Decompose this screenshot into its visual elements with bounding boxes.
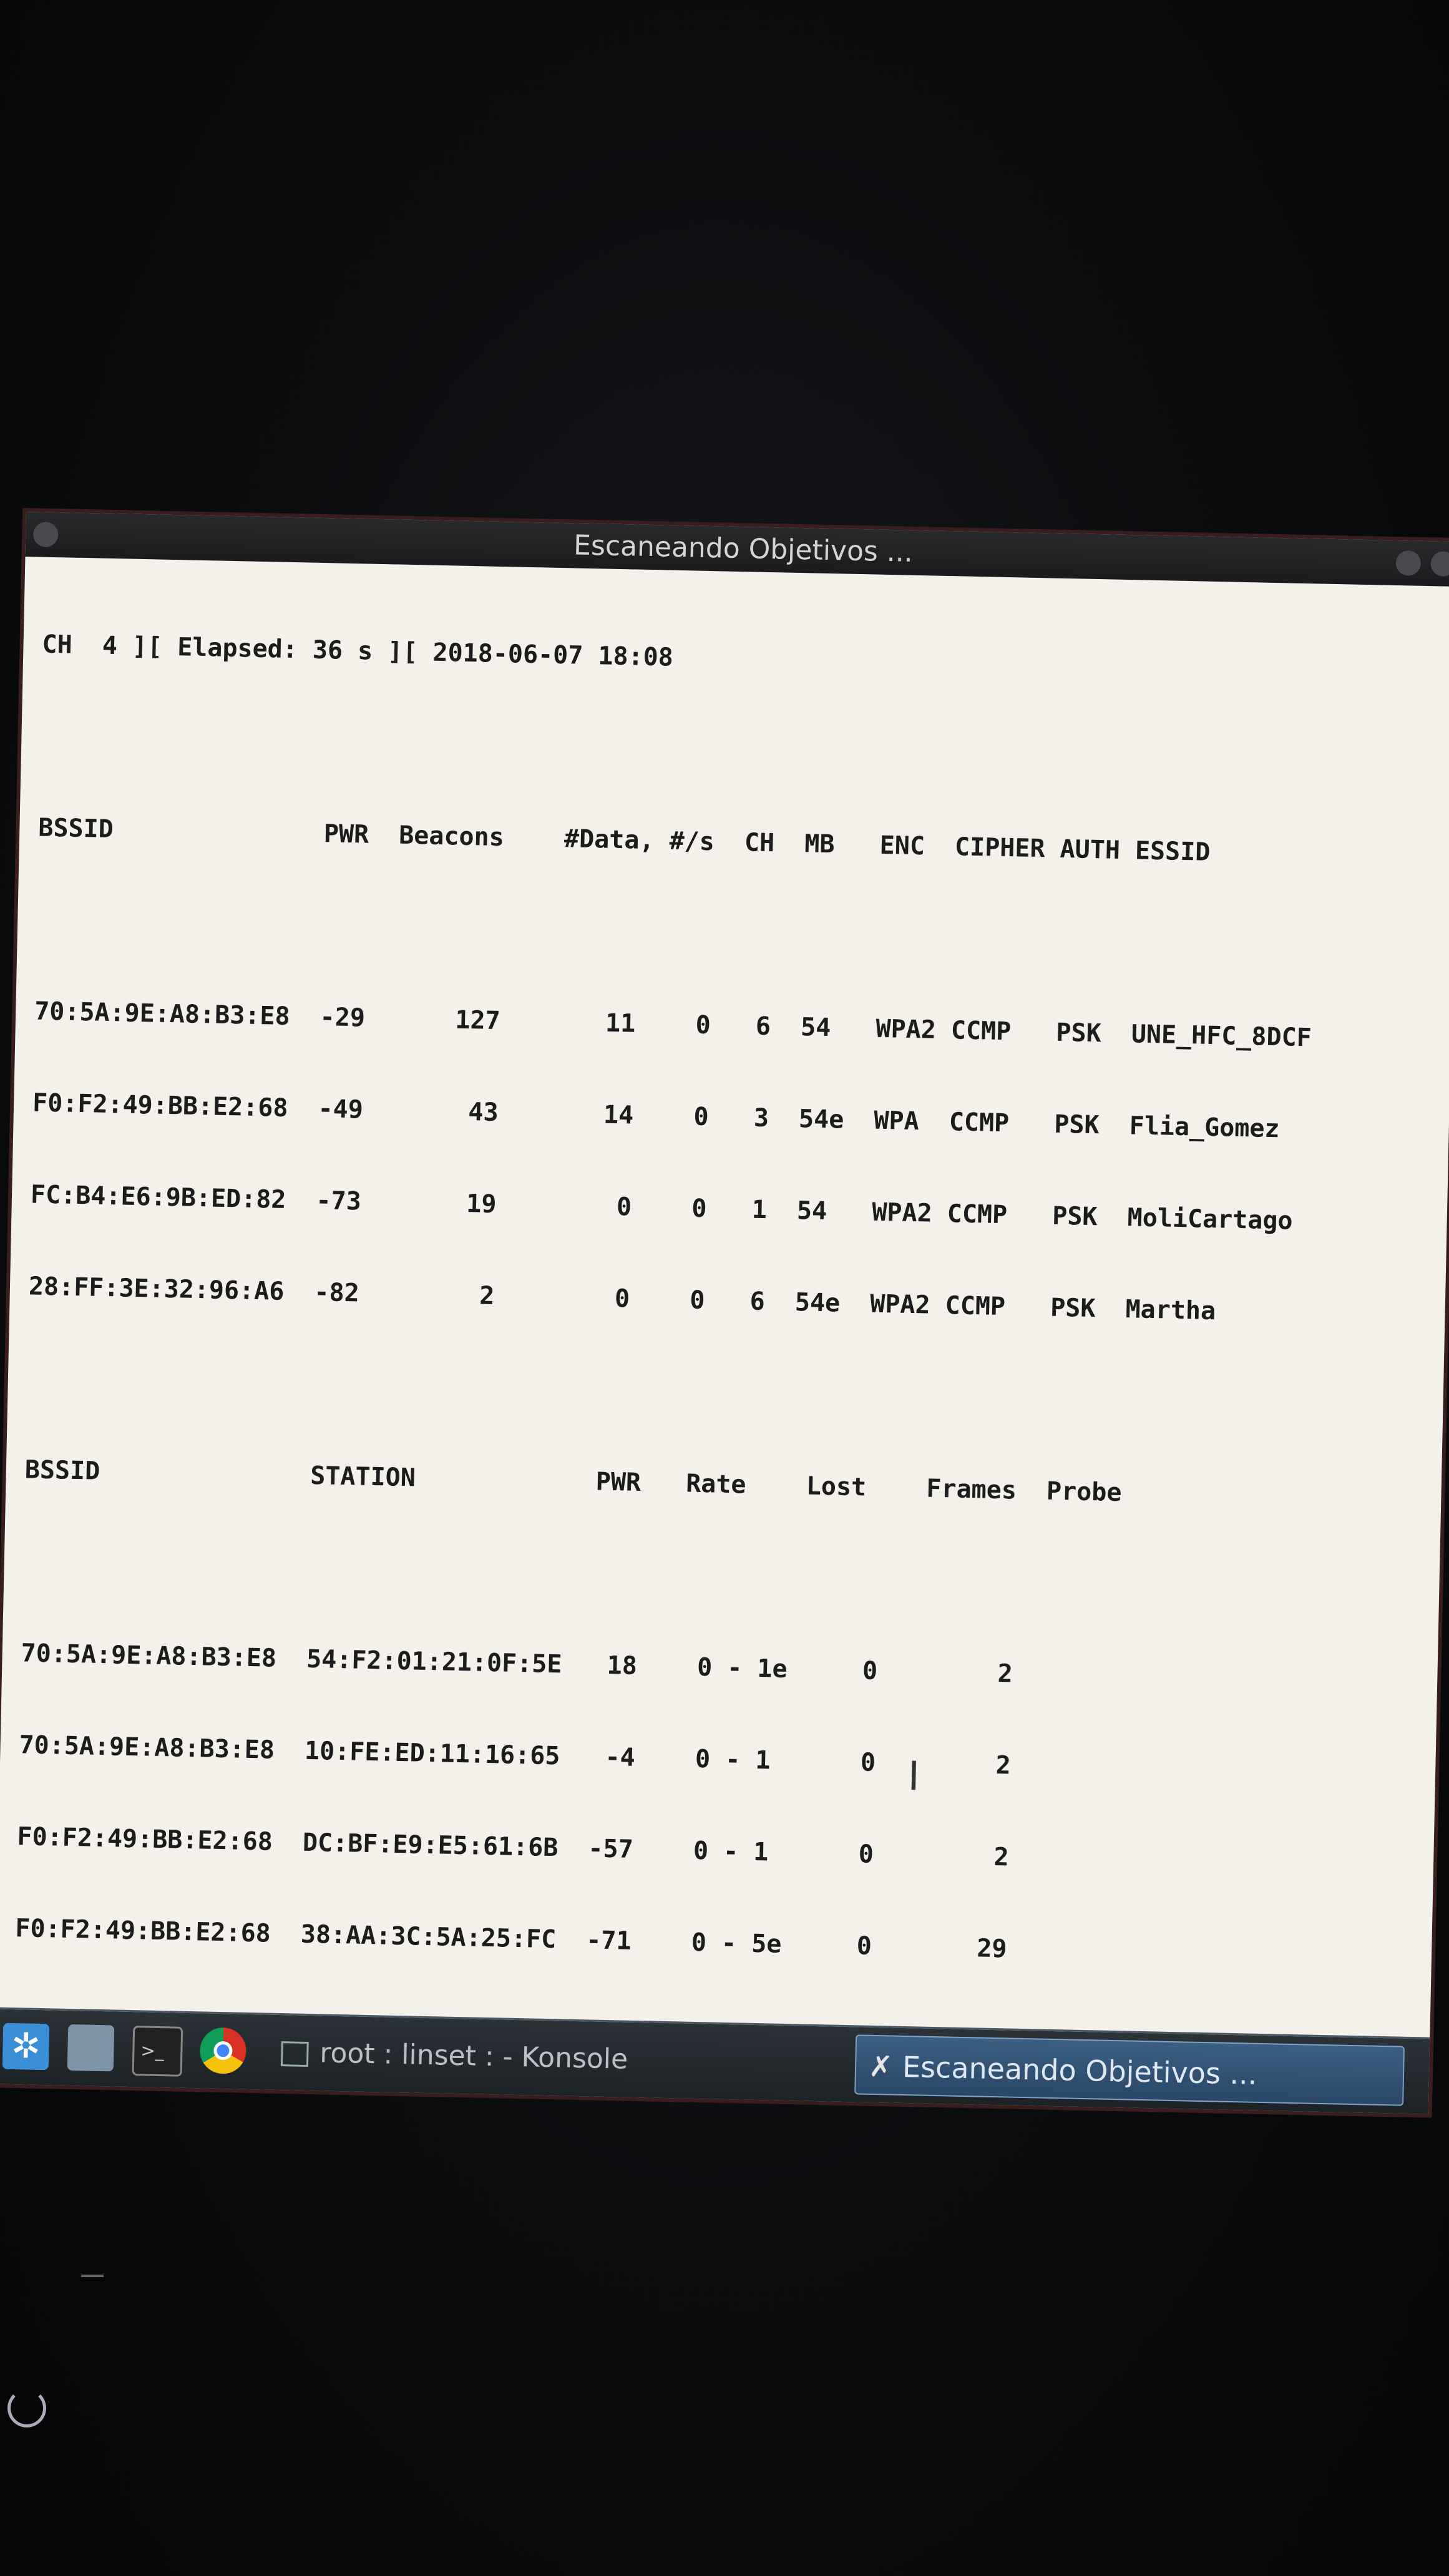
ap-row: FC:B4:E6:9B:ED:82 -73 19 0 0 1 54 WPA2 C…	[30, 1180, 1294, 1236]
window-title: Escaneando Objetivos ...	[573, 529, 914, 568]
app-window-icon: ✗	[868, 2049, 894, 2084]
file-manager-icon[interactable]	[67, 2024, 115, 2072]
ap-table-header: BSSID PWR Beacons #Data, #/s CH MB ENC C…	[37, 813, 1211, 867]
station-row: F0:F2:49:BB:E2:68 DC:BF:E9:E5:61:6B -57 …	[17, 1822, 1010, 1872]
chrome-icon[interactable]	[199, 2027, 247, 2074]
ap-row: 70:5A:9E:A8:B3:E8 -29 127 11 0 6 54 WPA2…	[34, 997, 1312, 1053]
ap-row: F0:F2:49:BB:E2:68 -49 43 14 0 3 54e WPA …	[32, 1088, 1281, 1144]
task-konsole[interactable]: root : linset : - Konsole	[280, 2027, 843, 2089]
text-cursor-icon: I	[907, 1754, 920, 1800]
terminal-output[interactable]: CH 4 ][ Elapsed: 36 s ][ 2018-06-07 18:0…	[14, 568, 1441, 2026]
minimize-icon[interactable]	[1395, 550, 1422, 576]
status-line: CH 4 ][ Elapsed: 36 s ][ 2018-06-07 18:0…	[42, 630, 674, 672]
ap-row: 28:FF:3E:32:96:A6 -82 2 0 0 6 54e WPA2 C…	[28, 1272, 1216, 1326]
scan-window: Escaneando Objetivos ... CH 4 ][ Elapsed…	[0, 512, 1449, 2114]
task-konsole-label: root : linset : - Konsole	[319, 2037, 628, 2076]
konsole-window-icon	[280, 2041, 309, 2067]
station-row: 70:5A:9E:A8:B3:E8 10:FE:ED:11:16:65 -4 0…	[19, 1730, 1012, 1780]
start-menu-icon[interactable]: ✲	[2, 2022, 50, 2071]
terminal-icon[interactable]: >_	[132, 2026, 183, 2077]
power-icon[interactable]	[7, 2389, 46, 2427]
station-table-header: BSSID STATION PWR Rate Lost Frames Probe	[24, 1455, 1122, 1508]
station-row: F0:F2:49:BB:E2:68 38:AA:3C:5A:25:FC -71 …	[14, 1914, 1008, 1964]
task-escaneando[interactable]: ✗ Escaneando Objetivos ...	[854, 2034, 1405, 2106]
window-menu-icon[interactable]	[32, 522, 59, 548]
task-escaneando-label: Escaneando Objetivos ...	[902, 2049, 1257, 2091]
close-icon[interactable]	[1430, 551, 1449, 577]
stray-mark	[81, 2275, 104, 2277]
station-row: 70:5A:9E:A8:B3:E8 54:F2:01:21:0F:5E 18 0…	[21, 1639, 1013, 1689]
